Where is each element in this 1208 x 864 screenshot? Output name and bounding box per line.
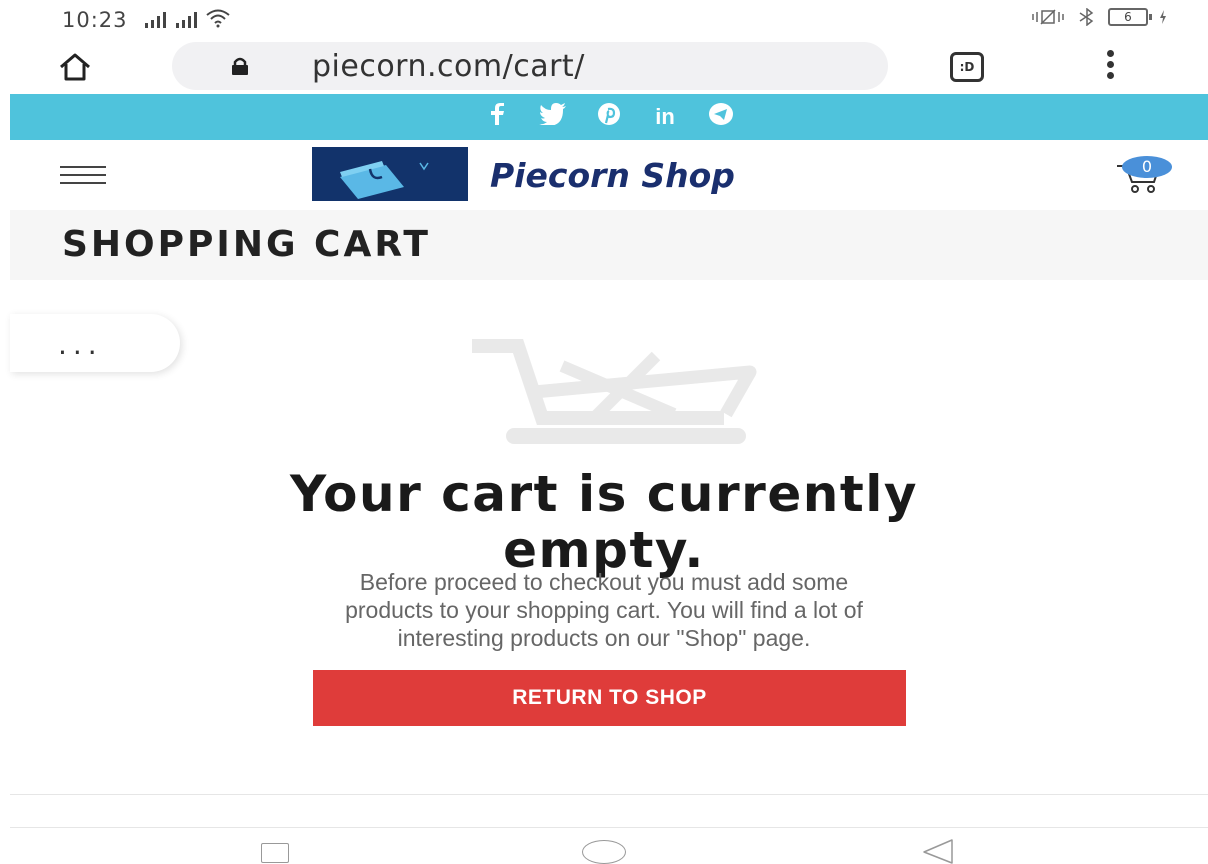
pinterest-icon[interactable] bbox=[581, 102, 637, 132]
charging-icon bbox=[1160, 10, 1166, 24]
signal-icon bbox=[145, 10, 166, 28]
site-header: Piecorn Shop 0 bbox=[0, 140, 1208, 210]
status-bar: 10:23 6 bbox=[0, 0, 1208, 38]
twitter-icon[interactable] bbox=[525, 103, 581, 131]
url-text: piecorn.com/cart/ bbox=[312, 49, 585, 84]
logo-text[interactable]: Piecorn Shop bbox=[490, 156, 735, 195]
lock-icon bbox=[232, 57, 248, 75]
battery-icon: 6 bbox=[1108, 8, 1152, 26]
signal-icon-2 bbox=[176, 10, 197, 28]
more-menu-icon[interactable] bbox=[1105, 50, 1115, 82]
page-title-band: SHOPPING CART bbox=[10, 210, 1208, 280]
floating-more-button[interactable]: ... bbox=[10, 314, 180, 372]
logo-image[interactable] bbox=[312, 147, 468, 201]
empty-cart-illustration-icon bbox=[472, 339, 757, 444]
status-right-icons: 6 bbox=[1030, 8, 1168, 26]
mute-vibrate-icon bbox=[1032, 9, 1064, 25]
url-bar[interactable]: piecorn.com/cart/ bbox=[172, 42, 888, 90]
divider bbox=[10, 827, 1208, 828]
nav-back-icon[interactable] bbox=[920, 838, 960, 864]
return-to-shop-button[interactable]: RETURN TO SHOP bbox=[313, 670, 906, 726]
page-title: SHOPPING CART bbox=[62, 224, 431, 265]
empty-cart-heading: Your cart is currently empty. bbox=[290, 465, 918, 579]
linkedin-icon[interactable]: in bbox=[637, 104, 693, 130]
divider bbox=[10, 794, 1208, 795]
home-icon[interactable] bbox=[58, 52, 92, 82]
status-time: 10:23 bbox=[62, 8, 128, 32]
wifi-icon bbox=[206, 9, 230, 28]
social-bar: in bbox=[10, 94, 1208, 140]
empty-cart-description: Before proceed to checkout you must add … bbox=[345, 569, 863, 651]
bluetooth-icon bbox=[1079, 8, 1094, 26]
recent-apps-icon[interactable] bbox=[261, 843, 289, 863]
browser-bar: piecorn.com/cart/ :D bbox=[0, 38, 1208, 94]
hamburger-menu-icon[interactable] bbox=[60, 166, 106, 184]
telegram-icon[interactable] bbox=[693, 102, 749, 132]
cart-count-badge: 0 bbox=[1122, 156, 1172, 178]
nav-home-icon[interactable] bbox=[582, 840, 626, 864]
facebook-icon[interactable] bbox=[469, 103, 525, 131]
more-dots-icon: ... bbox=[58, 328, 103, 361]
tab-switcher-icon[interactable]: :D bbox=[950, 52, 984, 82]
